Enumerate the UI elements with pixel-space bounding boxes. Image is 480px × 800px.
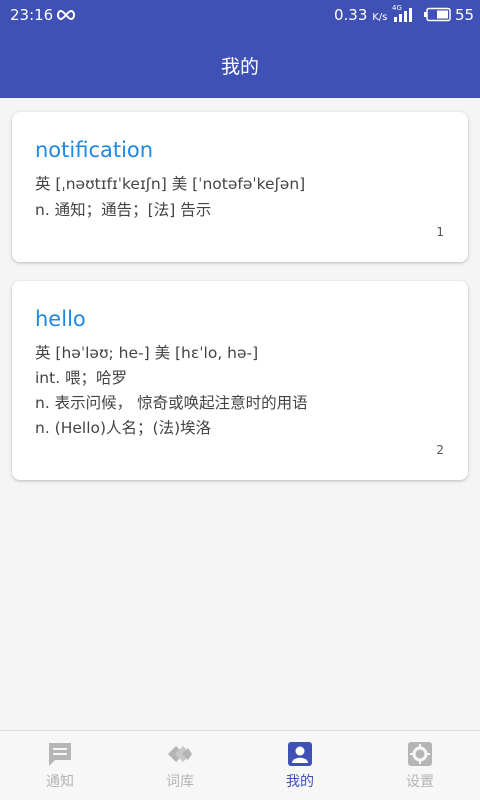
- definition-text: n. (Hello)人名；(法)埃洛: [35, 419, 212, 437]
- phonetic-text: 英 [həˈləʊ; he-] 美 [hɛˈlo, hə-]: [35, 344, 259, 362]
- battery-level: 55: [455, 6, 475, 24]
- word-text: hello: [35, 307, 86, 331]
- nav-tab-mine[interactable]: 我的: [240, 731, 360, 800]
- word-card[interactable]: hello 英 [həˈləʊ; he-] 美 [hɛˈlo, hə-] int…: [12, 281, 468, 480]
- app-header: 23:16 0.33 K/s 4G 55 我的: [0, 0, 480, 98]
- bottom-nav: 通知 词库 我的 设置: [0, 730, 480, 800]
- nav-tab-notifications[interactable]: 通知: [0, 731, 120, 800]
- card-number: 2: [436, 443, 444, 457]
- nav-tab-library[interactable]: 词库: [120, 731, 240, 800]
- library-icon: [168, 746, 192, 762]
- message-icon: [49, 743, 71, 766]
- nav-label: 词库: [166, 774, 194, 790]
- nav-label: 我的: [286, 774, 314, 790]
- status-speed-value: 0.33: [334, 6, 368, 24]
- definition-text: n. 表示问候， 惊奇或唤起注意时的用语: [35, 394, 308, 412]
- definition-text: int. 喂；哈罗: [35, 369, 128, 387]
- battery-icon: [424, 7, 451, 22]
- status-time: 23:16: [10, 6, 54, 24]
- nav-label: 设置: [406, 774, 434, 790]
- page-title: 我的: [220, 56, 259, 78]
- status-bar: 23:16 0.33 K/s 4G 55: [0, 0, 480, 30]
- infinity-icon: [57, 9, 75, 21]
- word-card[interactable]: notification 英 [ˌnəʊtɪfɪˈkeɪʃn] 美 [ˈnotə…: [12, 112, 468, 262]
- nav-tab-settings[interactable]: 设置: [360, 731, 480, 800]
- signal-icon: [394, 8, 412, 22]
- word-text: notification: [35, 138, 154, 162]
- card-number: 1: [436, 225, 444, 239]
- status-speed-unit: K/s: [372, 12, 388, 23]
- nav-label: 通知: [46, 774, 74, 790]
- status-speed: 0.33 K/s: [334, 6, 387, 24]
- definition-text: n. 通知；通告；[法] 告示: [35, 201, 212, 219]
- person-icon: [288, 742, 312, 766]
- gear-icon: [408, 742, 432, 766]
- phonetic-text: 英 [ˌnəʊtɪfɪˈkeɪʃn] 美 [ˈnotəfəˈkeʃən]: [35, 175, 306, 193]
